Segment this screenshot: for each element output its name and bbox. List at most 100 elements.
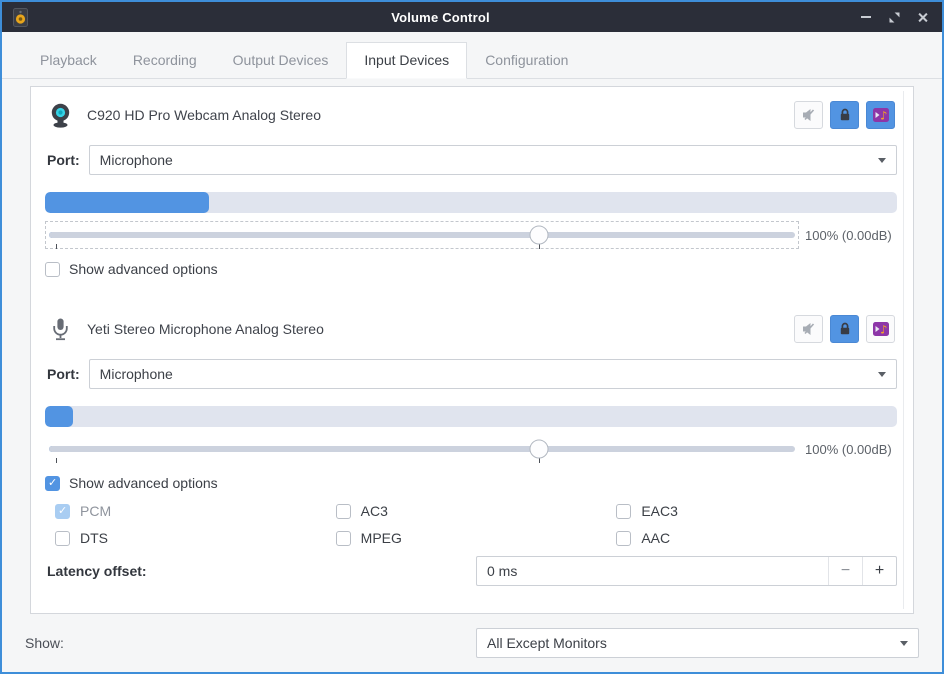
microphone-icon [47,316,74,343]
show-advanced-checkbox[interactable] [45,262,60,277]
device-name: C920 HD Pro Webcam Analog Stereo [87,107,321,123]
format-item-dts: DTS [55,530,336,546]
format-label: EAC3 [641,503,678,519]
chevron-down-icon [878,372,886,377]
speaker-app-icon [11,8,30,27]
format-item-eac3: EAC3 [616,503,897,519]
slider-tick-zero [56,458,57,463]
show-filter-value: All Except Monitors [487,635,900,651]
lock-icon [837,321,853,337]
device-separator [45,277,897,315]
latency-offset-value: 0 ms [477,557,828,585]
content-area: C920 HD Pro Webcam Analog Stereo [2,79,942,614]
port-row: Port: Microphone [45,359,897,389]
volume-control-window: Volume Control PlaybackRecordingOutput D… [0,0,944,674]
slider-tick-zero [56,244,57,249]
device-header: C920 HD Pro Webcam Analog Stereo [45,101,897,129]
show-filter-select[interactable]: All Except Monitors [476,628,919,658]
port-value: Microphone [100,152,878,168]
chevron-down-icon [878,158,886,163]
format-checkbox-mpeg[interactable] [336,531,351,546]
port-value: Microphone [100,366,878,382]
format-item-aac: AAC [616,530,897,546]
webcam-icon [47,102,74,129]
format-label: AAC [641,530,670,546]
advanced-toggle-row: Show advanced options [45,475,897,491]
svg-text:♪: ♪ [880,323,887,337]
format-item-ac3: AC3 [336,503,617,519]
titlebar: Volume Control [2,2,942,32]
tab-playback[interactable]: Playback [22,42,115,79]
latency-offset-spinbox[interactable]: 0 ms − + [476,556,897,586]
slider-track [49,232,795,238]
slider-tick-base [539,458,540,463]
mute-button[interactable] [794,315,823,343]
peak-meter [45,192,897,213]
format-checkbox-eac3[interactable] [616,504,631,519]
device-buttons: ♪ [794,315,895,343]
window-controls [855,6,933,28]
volume-slider-row: 100% (0.00dB) [45,221,897,249]
window-title: Volume Control [30,10,851,25]
close-button[interactable] [911,6,933,28]
latency-row: Latency offset: 0 ms − + [45,556,897,586]
device-header: Yeti Stereo Microphone Analog Stereo [45,315,897,343]
device-card-webcam: C920 HD Pro Webcam Analog Stereo [45,101,897,277]
port-label: Port: [47,152,80,168]
device-name: Yeti Stereo Microphone Analog Stereo [87,321,324,337]
show-advanced-checkbox[interactable] [45,476,60,491]
format-checkbox-pcm [55,504,70,519]
muted-speaker-icon [801,321,817,337]
format-label: AC3 [361,503,388,519]
muted-speaker-icon [801,107,817,123]
volume-value-label: 100% (0.00dB) [805,442,897,457]
tab-input-devices[interactable]: Input Devices [346,42,467,79]
volume-slider[interactable] [45,221,799,249]
lock-channels-button[interactable] [830,315,859,343]
volume-slider[interactable] [45,435,799,463]
format-checkbox-ac3[interactable] [336,504,351,519]
show-advanced-label: Show advanced options [69,475,218,491]
slider-handle[interactable] [529,226,548,245]
input-devices-panel: C920 HD Pro Webcam Analog Stereo [30,86,914,614]
lock-channels-button[interactable] [830,101,859,129]
peak-meter-fill [45,192,209,213]
restore-icon [889,12,900,23]
show-advanced-label: Show advanced options [69,261,218,277]
port-label: Port: [47,366,80,382]
tab-recording[interactable]: Recording [115,42,215,79]
format-label: PCM [80,503,111,519]
decrement-button[interactable]: − [828,557,862,585]
device-buttons: ♪ [794,101,895,129]
slider-track [49,446,795,452]
media-fallback-icon: ♪ [872,106,890,124]
mute-button[interactable] [794,101,823,129]
svg-text:♪: ♪ [880,109,887,123]
fallback-device-button[interactable]: ♪ [866,101,895,129]
restore-button[interactable] [883,6,905,28]
format-label: MPEG [361,530,402,546]
peak-meter [45,406,897,427]
show-filter-label: Show: [25,635,64,651]
slider-handle[interactable] [529,440,548,459]
slider-tick-base [539,244,540,249]
volume-slider-row: 100% (0.00dB) [45,435,897,463]
port-select[interactable]: Microphone [89,359,897,389]
chevron-down-icon [900,641,908,646]
peak-meter-fill [45,406,73,427]
fallback-device-button[interactable]: ♪ [866,315,895,343]
port-row: Port: Microphone [45,145,897,175]
minimize-button[interactable] [855,6,877,28]
port-select[interactable]: Microphone [89,145,897,175]
tab-bar: PlaybackRecordingOutput DevicesInput Dev… [2,42,942,79]
format-checkbox-aac[interactable] [616,531,631,546]
format-item-mpeg: MPEG [336,530,617,546]
advanced-toggle-row: Show advanced options [45,261,897,277]
increment-button[interactable]: + [862,557,896,585]
tab-output-devices[interactable]: Output Devices [215,42,347,79]
format-checkbox-dts[interactable] [55,531,70,546]
volume-value-label: 100% (0.00dB) [805,228,897,243]
format-label: DTS [80,530,108,546]
format-item-pcm: PCM [55,503,336,519]
tab-configuration[interactable]: Configuration [467,42,586,79]
